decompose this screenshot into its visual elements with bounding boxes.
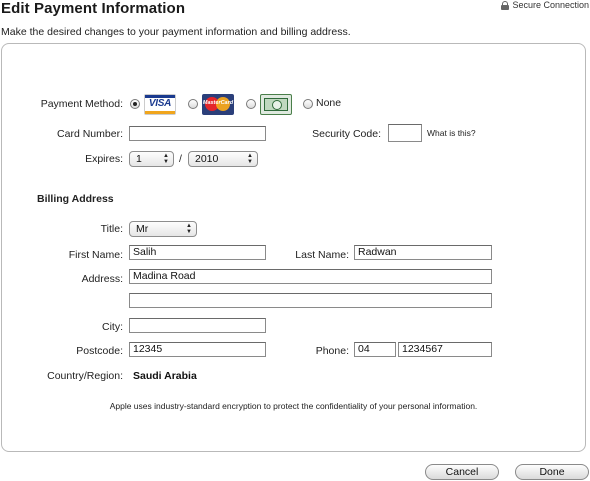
radio-amex[interactable] bbox=[246, 99, 256, 109]
security-code-input[interactable] bbox=[388, 124, 422, 142]
select-arrows-icon: ▲ ▼ bbox=[247, 153, 253, 165]
phone-number-input[interactable]: 1234567 bbox=[398, 342, 492, 357]
select-arrows-icon: ▲ ▼ bbox=[163, 153, 169, 165]
cancel-button[interactable]: Cancel bbox=[425, 464, 499, 480]
title-select[interactable]: Mr ▲ ▼ bbox=[129, 221, 197, 237]
expires-year-select[interactable]: 2010 ▲ ▼ bbox=[188, 151, 258, 167]
secure-connection-label: Secure Connection bbox=[512, 0, 589, 10]
country-region-label: Country/Region: bbox=[47, 370, 123, 382]
mastercard-icon[interactable]: MasterCard bbox=[202, 94, 234, 115]
lock-icon bbox=[501, 0, 510, 10]
visa-logo-text: VISA bbox=[148, 98, 172, 109]
visa-card-icon[interactable]: VISA bbox=[144, 94, 176, 115]
radio-mastercard[interactable] bbox=[188, 99, 198, 109]
expires-month-value: 1 bbox=[136, 153, 142, 165]
phone-area-input[interactable]: 04 bbox=[354, 342, 396, 357]
country-region-value: Saudi Arabia bbox=[133, 370, 197, 382]
expires-label: Expires: bbox=[85, 153, 123, 165]
security-code-label: Security Code: bbox=[312, 128, 381, 140]
instructions-text: Make the desired changes to your payment… bbox=[1, 26, 351, 38]
secure-connection-indicator: Secure Connection bbox=[501, 0, 589, 10]
radio-none[interactable] bbox=[303, 99, 313, 109]
whats-this-link[interactable]: What is this? bbox=[427, 128, 476, 138]
phone-label: Phone: bbox=[315, 345, 349, 357]
last-name-label: Last Name: bbox=[295, 249, 349, 261]
encryption-note: Apple uses industry-standard encryption … bbox=[109, 401, 478, 411]
city-label: City: bbox=[102, 321, 123, 333]
first-name-label: First Name: bbox=[68, 249, 123, 261]
first-name-input[interactable]: Salih bbox=[129, 245, 266, 260]
page-title: Edit Payment Information bbox=[1, 0, 186, 17]
payment-method-label: Payment Method: bbox=[40, 98, 123, 110]
address-line2-input[interactable] bbox=[129, 293, 492, 308]
radio-visa[interactable] bbox=[130, 99, 140, 109]
last-name-input[interactable]: Radwan bbox=[354, 245, 492, 260]
mastercard-logo-text: MasterCard bbox=[202, 100, 234, 106]
postcode-input[interactable]: 12345 bbox=[129, 342, 266, 357]
none-label: None bbox=[316, 97, 342, 109]
expires-month-select[interactable]: 1 ▲ ▼ bbox=[129, 151, 174, 167]
title-value: Mr bbox=[136, 223, 149, 235]
done-button[interactable]: Done bbox=[515, 464, 589, 480]
address-line1-input[interactable]: Madina Road bbox=[129, 269, 492, 284]
postcode-label: Postcode: bbox=[76, 345, 123, 357]
city-input[interactable] bbox=[129, 318, 266, 333]
select-arrows-icon: ▲ ▼ bbox=[186, 223, 192, 235]
billing-address-heading: Billing Address bbox=[37, 193, 114, 205]
card-number-label: Card Number: bbox=[57, 128, 123, 140]
expires-year-value: 2010 bbox=[195, 153, 219, 165]
amex-card-icon[interactable] bbox=[260, 94, 292, 115]
expires-separator: / bbox=[179, 153, 182, 165]
card-number-input[interactable] bbox=[129, 126, 266, 141]
title-label: Title: bbox=[100, 223, 123, 235]
payment-form-panel: Payment Method: VISA MasterCard None Car… bbox=[1, 43, 586, 452]
address-label: Address: bbox=[81, 273, 123, 285]
